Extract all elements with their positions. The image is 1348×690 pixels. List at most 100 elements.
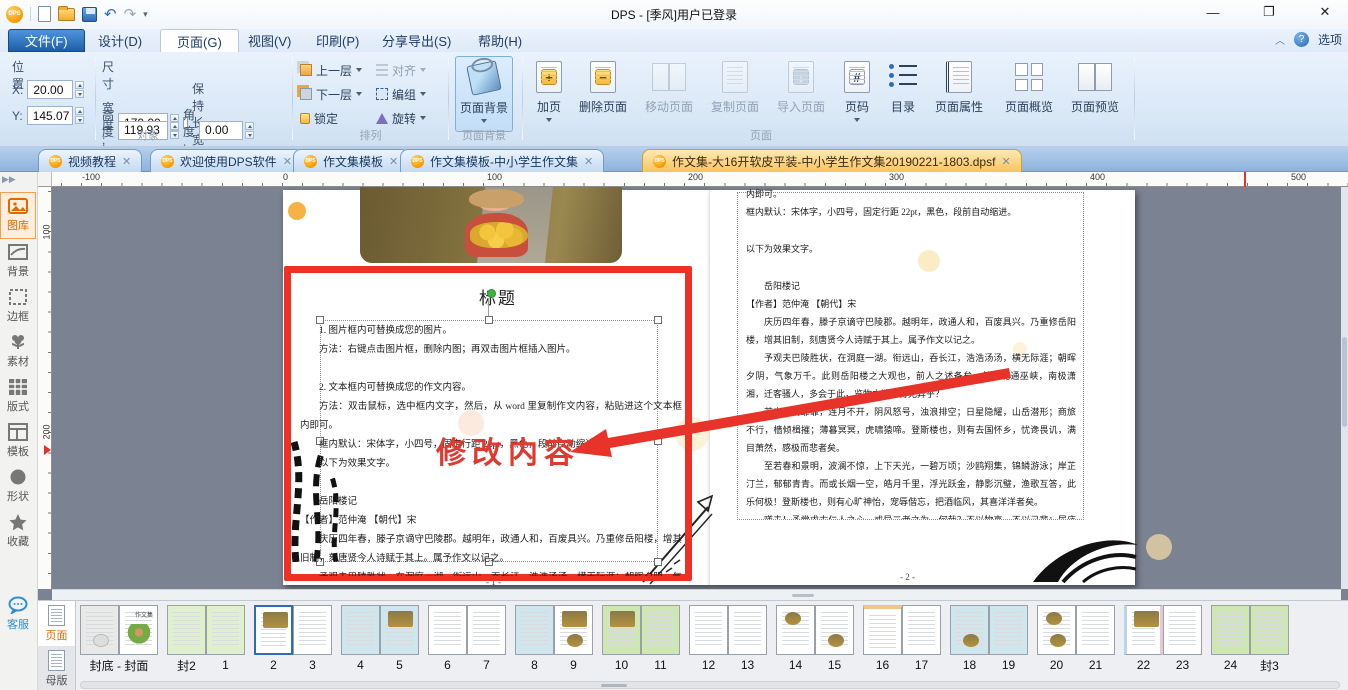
thumbnail-spread[interactable]: 10 11 bbox=[602, 605, 680, 675]
sidebar-item-layout[interactable]: 版式 bbox=[0, 374, 36, 419]
thumbnail-spread[interactable]: 67 bbox=[428, 605, 506, 675]
sidebar-item-border[interactable]: 边框 bbox=[0, 284, 36, 329]
thumbnail-scrollbar[interactable] bbox=[80, 681, 1340, 689]
border-icon bbox=[9, 289, 27, 305]
scrollbar-thumb[interactable] bbox=[1342, 337, 1347, 427]
thumbnail-spread-cover[interactable]: 作文集 封底 - 封面 bbox=[80, 605, 158, 675]
thumbnail-spread[interactable]: 24 封3 bbox=[1211, 605, 1289, 675]
scrollbar-grip[interactable] bbox=[792, 594, 814, 597]
sidebar-item-material[interactable]: 素材 bbox=[0, 329, 36, 374]
help-icon[interactable]: ? bbox=[1293, 32, 1309, 47]
sidebar-item-gallery[interactable]: 图库 bbox=[0, 192, 36, 239]
y-value[interactable]: 145.07 bbox=[26, 106, 73, 125]
thumbnail-spread[interactable]: 12 13 bbox=[689, 605, 767, 675]
thumb-label: 封底 - 封面 bbox=[89, 658, 149, 673]
thumbnail-spread[interactable]: 16 17 bbox=[863, 605, 941, 675]
y-spinner[interactable]: 145.07 bbox=[26, 106, 84, 125]
minimize-button[interactable]: — bbox=[1198, 2, 1228, 22]
add-page-button[interactable]: + 加页 bbox=[528, 56, 570, 122]
group-caption-page-background: 页面背景 bbox=[462, 130, 506, 142]
collapse-ribbon-icon[interactable]: ︿ bbox=[1275, 32, 1285, 47]
photo-frame[interactable] bbox=[360, 187, 622, 263]
page-number-button[interactable]: # 页码 bbox=[836, 56, 878, 122]
essay-paragraph: 予观夫巴陵胜状，在洞庭一湖。衔远山，吞长江，浩浩汤汤，横无际涯；朝晖夕阴，气象万… bbox=[300, 569, 682, 576]
tab-share-export[interactable]: 分享导出(S) bbox=[366, 29, 467, 52]
thumbnail-spread[interactable]: 18 19 bbox=[950, 605, 1028, 675]
page-properties-button[interactable]: 页面属性 bbox=[928, 56, 990, 115]
text-line: 以下为效果文字。 bbox=[746, 244, 819, 254]
close-tab-icon[interactable]: ✕ bbox=[389, 155, 398, 168]
window-controls: — ❐ ✕ bbox=[1198, 2, 1340, 22]
selection-rotate-handle[interactable] bbox=[487, 289, 496, 298]
tab-print[interactable]: 印刷(P) bbox=[300, 29, 375, 52]
page-overview-button[interactable]: 页面概览 bbox=[998, 56, 1060, 115]
x-value[interactable]: 20.00 bbox=[27, 80, 74, 99]
toc-button[interactable]: 目录 bbox=[882, 56, 924, 115]
group-button[interactable]: 编组 bbox=[374, 84, 440, 104]
ruler-mark: 100 bbox=[487, 172, 503, 182]
flower-icon bbox=[11, 335, 25, 349]
layer-up-button[interactable]: 上一层 bbox=[298, 60, 374, 80]
dps-file-icon: DPS bbox=[653, 154, 666, 168]
lock-button[interactable]: 锁定 bbox=[298, 108, 374, 128]
tab-master[interactable]: 母版 bbox=[38, 646, 75, 690]
doc-tab-template[interactable]: DPS 作文集模板 ✕ bbox=[293, 149, 410, 172]
thumbnail-spread-current[interactable]: 23 bbox=[254, 605, 332, 675]
left-sidebar: ▶▶ 图库 背景 边框 素材 版式 模板 形状 收藏 客服 bbox=[0, 172, 38, 690]
sidebar-item-template[interactable]: 模板 bbox=[0, 419, 36, 464]
thumb-label: 封3 bbox=[1260, 658, 1279, 673]
layer-up-icon bbox=[300, 64, 312, 76]
cover-title: 作文集 bbox=[134, 613, 153, 619]
page-background-button[interactable]: 页面背景 bbox=[455, 56, 513, 132]
tab-pages[interactable]: 页面 bbox=[38, 601, 75, 646]
panel-expander-icon[interactable]: ▶▶ bbox=[2, 174, 16, 190]
sidebar-item-favorites[interactable]: 收藏 bbox=[0, 509, 36, 554]
vertical-scrollbar[interactable] bbox=[1341, 187, 1348, 589]
align-icon bbox=[376, 64, 388, 76]
grid-icon bbox=[9, 379, 27, 395]
group-icon bbox=[376, 88, 388, 100]
sidebar-item-shapes[interactable]: 形状 bbox=[0, 464, 36, 509]
thumb-label: 18 bbox=[962, 658, 977, 672]
tab-design[interactable]: 设计(D) bbox=[82, 29, 158, 52]
doc-tab-template-student[interactable]: DPS 作文集模板-中小学生作文集 ✕ bbox=[400, 149, 605, 172]
scrollbar-grip[interactable] bbox=[601, 684, 627, 687]
close-button[interactable]: ✕ bbox=[1310, 2, 1340, 22]
thumbnail-spread[interactable]: 20 21 bbox=[1037, 605, 1115, 675]
x-spinner[interactable]: 20.00 bbox=[27, 80, 85, 99]
rotate-button[interactable]: 旋转 bbox=[374, 108, 440, 128]
delete-page-button[interactable]: − 删除页面 bbox=[572, 56, 634, 115]
right-text-frame[interactable]: 内即可。 框内默认：宋体字，小四号，固定行距 22pt，黑色，段前自动缩进。 以… bbox=[737, 189, 1084, 520]
thumbnail-spread[interactable]: 14 15 bbox=[776, 605, 854, 675]
doc-tab-current-file[interactable]: DPS 作文集-大16开软皮平装-中小学生作文集20190221-1803.dp… bbox=[642, 149, 1022, 172]
delete-page-icon: − bbox=[590, 61, 616, 93]
close-tab-icon[interactable]: ✕ bbox=[283, 155, 292, 168]
title-placeholder[interactable]: 标题 bbox=[438, 284, 558, 309]
restore-button[interactable]: ❐ bbox=[1254, 2, 1284, 22]
thumbnail-panel-tabs: 页面 母版 bbox=[38, 601, 76, 690]
close-tab-icon[interactable]: ✕ bbox=[1001, 155, 1010, 168]
layer-down-icon bbox=[300, 88, 312, 100]
tab-view[interactable]: 视图(V) bbox=[232, 29, 307, 52]
essay-title: 岳阳楼记 bbox=[319, 497, 358, 507]
close-tab-icon[interactable]: ✕ bbox=[584, 155, 593, 168]
tab-help[interactable]: 帮助(H) bbox=[462, 29, 538, 52]
thumbnail-spread[interactable]: 封2 1 bbox=[167, 605, 245, 675]
thumbnail-spread[interactable]: 45 bbox=[341, 605, 419, 675]
thumb-label: 封2 bbox=[177, 658, 196, 673]
thumbnail-spread[interactable]: 89 bbox=[515, 605, 593, 675]
essay-paragraph: 至若春和景明，波澜不惊，上下天光，一碧万顷；沙鸥翔集，锦鳞游泳；岸芷汀兰，郁郁青… bbox=[746, 461, 1076, 507]
layer-down-button[interactable]: 下一层 bbox=[298, 84, 374, 104]
tab-page[interactable]: 页面(G) bbox=[160, 29, 239, 52]
sidebar-item-service[interactable]: 客服 bbox=[0, 592, 36, 637]
sidebar-item-background[interactable]: 背景 bbox=[0, 239, 36, 284]
close-tab-icon[interactable]: ✕ bbox=[122, 155, 131, 168]
options-button[interactable]: 选项 bbox=[1318, 31, 1342, 48]
thumb-label: 8 bbox=[531, 658, 538, 672]
tab-file[interactable]: 文件(F) bbox=[8, 29, 85, 52]
page-preview-button[interactable]: 页面预览 bbox=[1064, 56, 1126, 115]
horizontal-scrollbar[interactable] bbox=[52, 589, 1341, 600]
doc-tab-welcome[interactable]: DPS 欢迎使用DPS软件 ✕ bbox=[150, 149, 303, 172]
thumbnail-spread[interactable]: 22 23 bbox=[1124, 605, 1202, 675]
doc-tab-video-tutorial[interactable]: DPS 视频教程 ✕ bbox=[38, 149, 143, 172]
